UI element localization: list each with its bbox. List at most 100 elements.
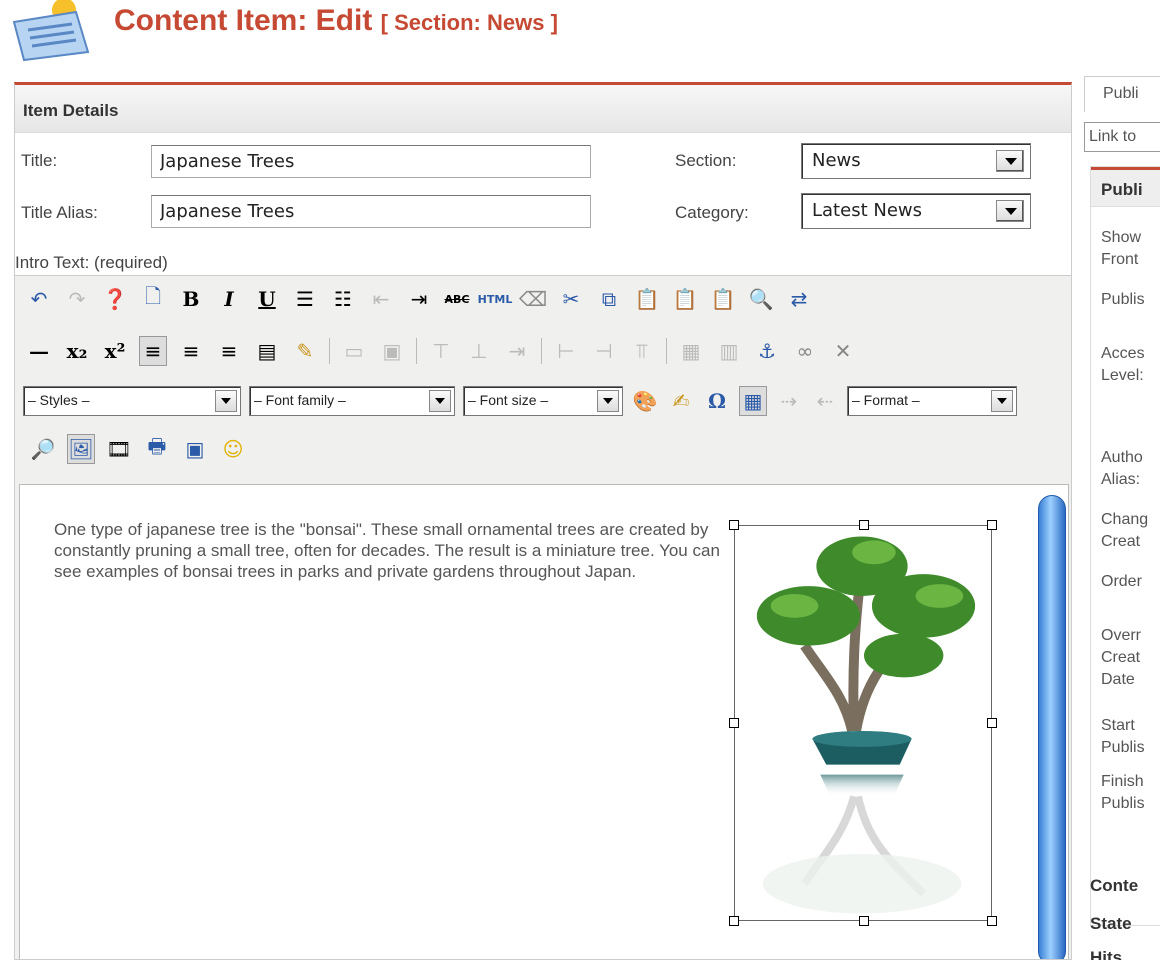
redo-icon[interactable]: ↷ bbox=[63, 284, 91, 314]
paste-word-icon[interactable]: 📋 bbox=[671, 284, 699, 314]
preview-icon[interactable]: 🔎 bbox=[29, 434, 57, 464]
paste-text-icon[interactable]: 📋 bbox=[709, 284, 737, 314]
unlink-icon[interactable]: ✕ bbox=[829, 336, 857, 366]
toolbar-row-4: 🔎 🖼 🎞 🖶 ▣ ☺ bbox=[29, 434, 247, 464]
align-center-icon[interactable]: ≡ bbox=[177, 336, 205, 366]
find-icon[interactable]: 🔍 bbox=[747, 284, 775, 314]
author-alias-label-2: Alias: bbox=[1101, 471, 1141, 488]
show-frontpage-label: Show bbox=[1101, 229, 1142, 246]
item-details-panel: Item Details Title: Title Alias: Section… bbox=[14, 82, 1072, 960]
outdent-icon[interactable]: ⇤ bbox=[367, 284, 395, 314]
replace-icon[interactable]: ⇄ bbox=[785, 284, 813, 314]
title-label: Title: bbox=[21, 151, 58, 170]
delete-row-icon[interactable]: ⇥ bbox=[503, 336, 531, 366]
eraser-icon[interactable]: ⌫ bbox=[519, 284, 547, 314]
rtl-icon[interactable]: ⇠ bbox=[811, 386, 839, 416]
title-input[interactable] bbox=[151, 145, 591, 178]
resize-handle[interactable] bbox=[987, 718, 997, 728]
cut-icon[interactable]: ✂ bbox=[557, 284, 585, 314]
ordering-label: Order bbox=[1101, 573, 1142, 590]
bullet-list-icon[interactable]: ☰ bbox=[291, 284, 319, 314]
ltr-icon[interactable]: ⇢ bbox=[775, 386, 803, 416]
editor-content-area[interactable]: One type of japanese tree is the "bonsai… bbox=[19, 484, 1069, 959]
section-select[interactable]: News bbox=[801, 143, 1031, 179]
table-cell-props-icon[interactable]: ▣ bbox=[378, 336, 406, 366]
align-left-icon[interactable]: ≡ bbox=[215, 336, 243, 366]
undo-icon[interactable]: ↶ bbox=[25, 284, 53, 314]
category-label: Category: bbox=[675, 203, 749, 222]
col-before-icon[interactable]: ⊢ bbox=[552, 336, 580, 366]
justify-icon[interactable]: ▤ bbox=[253, 336, 281, 366]
numbered-list-icon[interactable]: ☷ bbox=[329, 284, 357, 314]
resize-handle[interactable] bbox=[729, 916, 739, 926]
anchor-icon[interactable]: ⚓ bbox=[753, 336, 781, 366]
link-to-menu-select[interactable]: Link to bbox=[1084, 122, 1160, 152]
col-after-icon[interactable]: ⊣ bbox=[590, 336, 618, 366]
special-char-icon[interactable]: Ω bbox=[703, 386, 731, 416]
bonsai-image[interactable] bbox=[729, 520, 997, 926]
change-creator-label: Chang bbox=[1101, 511, 1149, 528]
indent-icon[interactable]: ⇥ bbox=[405, 284, 433, 314]
table-icon[interactable]: ▦ bbox=[739, 386, 767, 416]
chevron-down-icon bbox=[996, 150, 1024, 172]
emoticon-icon[interactable]: ☺ bbox=[219, 434, 247, 464]
color-picker-icon[interactable]: 🎨 bbox=[631, 386, 659, 416]
toolbar-row-3: – Styles – – Font family – – Font size –… bbox=[23, 386, 1017, 416]
bold-icon[interactable]: B bbox=[177, 284, 205, 314]
strikethrough-icon[interactable]: ABC bbox=[443, 284, 471, 314]
highlight-icon[interactable]: ✍ bbox=[667, 386, 695, 416]
editor-scrollbar[interactable] bbox=[1038, 495, 1066, 959]
paste-icon[interactable]: 📋 bbox=[633, 284, 661, 314]
toolbar-row-1: ↶ ↷ ❓ 🗋 B I U ☰ ☷ ⇤ ⇥ ABC HTML ⌫ ✂ ⧉ 📋 📋… bbox=[25, 284, 813, 314]
subscript-icon[interactable]: x₂ bbox=[63, 336, 91, 366]
copy-icon[interactable]: ⧉ bbox=[595, 284, 623, 314]
chevron-down-icon bbox=[996, 200, 1024, 222]
toolbar-row-2: — x₂ x² ≡ ≡ ≡ ▤ ✎ ▭ ▣ ⊤ ⊥ ⇥ ⊢ ⊣ ⫪ ▦ ▥ ⚓ … bbox=[25, 336, 857, 366]
split-cells-icon[interactable]: ▦ bbox=[677, 336, 705, 366]
hits-label: Hits bbox=[1090, 948, 1123, 960]
page-title: Content Item: Edit [ Section: News ] bbox=[114, 4, 558, 37]
table-row-props-icon[interactable]: ▭ bbox=[340, 336, 368, 366]
help-icon[interactable]: ❓ bbox=[101, 284, 129, 314]
publishing-sidebar: Publi Link to Publi Show Front Publis Ac… bbox=[1080, 76, 1160, 960]
merge-cells-icon[interactable]: ▥ bbox=[715, 336, 743, 366]
font-family-select[interactable]: – Font family – bbox=[249, 386, 455, 416]
alias-input[interactable] bbox=[151, 195, 591, 228]
separator bbox=[416, 338, 417, 364]
delete-col-icon[interactable]: ⫪ bbox=[628, 336, 656, 366]
row-after-icon[interactable]: ⊥ bbox=[465, 336, 493, 366]
superscript-icon[interactable]: x² bbox=[101, 336, 129, 366]
start-publishing-label-2: Publis bbox=[1101, 739, 1145, 756]
resize-handle[interactable] bbox=[987, 520, 997, 530]
align-right-icon[interactable]: ≡ bbox=[139, 336, 167, 366]
styles-select[interactable]: – Styles – bbox=[23, 386, 241, 416]
content-info-heading: Conte bbox=[1090, 876, 1139, 895]
resize-handle[interactable] bbox=[859, 916, 869, 926]
category-select[interactable]: Latest News bbox=[801, 193, 1031, 229]
resize-handle[interactable] bbox=[859, 520, 869, 530]
underline-icon[interactable]: U bbox=[253, 284, 281, 314]
image-icon[interactable]: 🖼 bbox=[67, 434, 95, 464]
separator bbox=[666, 338, 667, 364]
link-icon[interactable]: ∞ bbox=[791, 336, 819, 366]
row-before-icon[interactable]: ⊤ bbox=[427, 336, 455, 366]
font-size-select[interactable]: – Font size – bbox=[463, 386, 623, 416]
italic-icon[interactable]: I bbox=[215, 284, 243, 314]
show-frontpage-label-2: Front bbox=[1101, 251, 1139, 268]
bonsai-tree-image bbox=[756, 536, 976, 914]
print-icon[interactable]: 🖶 bbox=[143, 434, 171, 464]
horizontal-rule-icon[interactable]: — bbox=[25, 336, 53, 366]
resize-handle[interactable] bbox=[729, 520, 739, 530]
html-icon[interactable]: HTML bbox=[478, 284, 513, 314]
page-header: Content Item: Edit [ Section: News ] bbox=[0, 0, 1160, 70]
format-select[interactable]: – Format – bbox=[847, 386, 1017, 416]
fullscreen-icon[interactable]: ▣ bbox=[181, 434, 209, 464]
edit-icon[interactable]: ✎ bbox=[291, 336, 319, 366]
media-icon[interactable]: 🎞 bbox=[105, 434, 133, 464]
finish-publishing-label: Finish bbox=[1101, 773, 1144, 790]
new-document-icon[interactable]: 🗋 bbox=[139, 284, 167, 314]
resize-handle[interactable] bbox=[729, 718, 739, 728]
tab-publishing[interactable]: Publi bbox=[1084, 76, 1160, 112]
override-created-label-2: Creat bbox=[1101, 649, 1141, 666]
resize-handle[interactable] bbox=[987, 916, 997, 926]
